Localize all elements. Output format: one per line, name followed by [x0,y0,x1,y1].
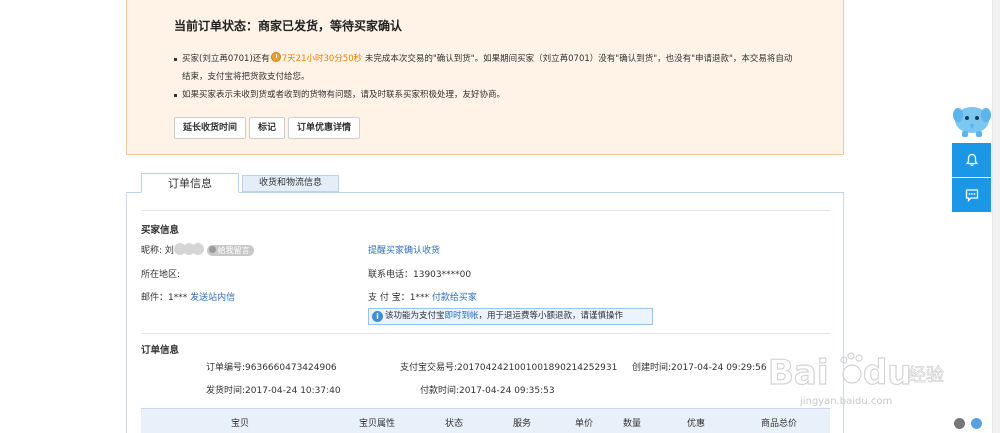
leave-message-badge[interactable]: 给我留言 [206,245,254,256]
bell-icon [965,153,978,167]
column-header-item: 宝贝 [231,419,250,429]
status-note-auto-confirm: 买家(刘立苒0701)还有 7天21小时30分50秒 未完成本次交易的"确认到货"… [174,50,834,68]
paw-icon [840,352,863,384]
chat-icon [965,189,978,202]
status-note-dispute: 如果买家表示未收到货或者收到的货物有问题，请及时联系买家积极处理，友好协商。 [174,86,834,104]
buyer-phone: 联系电话：13903****00 [368,270,472,280]
extend-receipt-button[interactable]: 延长收货时间 [174,117,247,139]
buyer-mail: 邮件：1*** 发送站内信 [141,293,236,303]
column-header-attributes: 宝贝属性 [359,419,396,429]
watermark-brand-bai: Bai [768,353,829,393]
send-site-message-link[interactable]: 发送站内信 [190,293,235,303]
elephant-mascot-icon[interactable] [952,100,992,140]
divider [141,333,830,334]
column-header-discount: 优惠 [687,419,706,429]
tab-logistics-info[interactable]: 收货和物流信息 [242,175,339,192]
instant-transfer-notice: i 该功能为支付宝即时到帐，用于退运费等小额退款，请谨慎操作 [368,308,653,325]
clock-icon [270,52,281,62]
page-scrollbar[interactable] [992,0,1000,433]
pay-time: 付款时间:2017-04-24 09:35:53 [420,386,555,396]
alipay-trade-number: 支付宝交易号:2017042421001001890214252931 [400,363,618,373]
region-label: 所在地区: [141,270,181,280]
buyer-nickname: 昵称: 刘 给我留言 [141,243,254,258]
column-header-total: 商品总价 [761,419,798,429]
mark-button[interactable]: 标记 [249,117,286,139]
redacted-name [173,243,204,258]
buyer-alipay: 支 付 宝：1*** 付款给买家 [368,293,477,303]
order-status-panel: 当前订单状态：商家已发货，等待买家确认 买家(刘立苒0701)还有 7天21小时3… [126,0,844,155]
buyer-nickname-value: 刘 [164,246,174,256]
created-time: 创建时间:2017-04-24 09:29:56 [632,363,767,373]
order-info-title: 订单信息 [141,345,180,356]
countdown-timer: 7天21小时30分50秒 [281,54,363,64]
column-header-status: 状态 [445,419,464,429]
feedback-chat-button[interactable] [952,178,991,212]
notification-bell-button[interactable] [952,143,991,177]
watermark-jingyan-text: 经验 [908,365,944,386]
instant-transfer-link[interactable]: 即时到帐 [445,311,479,321]
order-number: 订单编号:9636660473424906 [206,363,337,373]
status-actions: 延长收货时间 标记 订单优惠详情 [174,117,363,139]
info-icon: i [372,311,383,322]
pay-buyer-link[interactable]: 付款给买家 [432,293,477,303]
column-header-unit-price: 单价 [575,419,594,429]
watermark-brand-du: du [863,353,912,393]
watermark-url: jingyan.baidu.com [800,396,893,407]
remind-confirm-link[interactable]: 提醒买家确认收货 [368,243,440,256]
status-note-continuation: 结束，支付宝将把货款支付给您。 [182,72,310,82]
buyer-info-title: 买家信息 [141,225,180,236]
order-items-table-header: 宝贝 宝贝属性 状态 服务 单价 数量 优惠 商品总价 [141,408,830,433]
message-icon [208,246,216,253]
status-notes: 买家(刘立苒0701)还有 7天21小时30分50秒 未完成本次交易的"确认到货"… [174,50,834,104]
corner-tool-icons [954,418,988,432]
ship-time: 发货时间:2017-04-24 10:37:40 [206,386,341,396]
column-header-quantity: 数量 [623,419,642,429]
divider [141,210,830,211]
order-status-title: 当前订单状态：商家已发货，等待买家确认 [174,19,403,33]
corner-avatar-icon[interactable] [954,418,965,429]
column-header-service: 服务 [513,419,532,429]
tab-order-info[interactable]: 订单信息 [141,173,239,193]
order-discount-details-button[interactable]: 订单优惠详情 [288,117,361,139]
corner-settings-icon[interactable] [971,418,982,429]
